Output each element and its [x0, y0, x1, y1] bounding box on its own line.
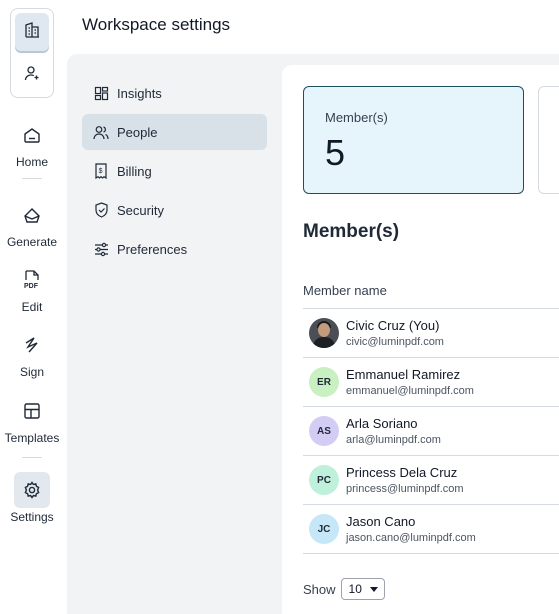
rail-item-settings[interactable]: Settings [0, 472, 64, 524]
workspace-switcher [10, 8, 54, 98]
table-row[interactable]: ER Emmanuel Ramirez emmanuel@luminpdf.co… [303, 358, 559, 407]
rail-item-edit[interactable]: PDF Edit [0, 262, 64, 314]
page-size-select[interactable]: 10 [340, 578, 385, 600]
workspace-button[interactable] [15, 13, 49, 51]
rail-label-generate: Generate [6, 235, 58, 249]
secondary-stat-card [538, 86, 559, 194]
member-name: Arla Soriano [346, 416, 418, 431]
menu-item-people[interactable]: People [82, 114, 267, 150]
left-rail: Home Generate PDF Edit Sign Templates Se… [0, 0, 64, 614]
member-email: civic@luminpdf.com [346, 336, 444, 348]
table-row[interactable]: Civic Cruz (You) civic@luminpdf.com [303, 309, 559, 358]
menu-label-people: People [117, 124, 158, 140]
members-stat-label: Member(s) [325, 110, 388, 125]
templates-icon [14, 393, 50, 429]
user-plus-icon [23, 64, 41, 87]
table-row[interactable]: JC Jason Cano jason.cano@luminpdf.com [303, 505, 559, 554]
avatar: AS [309, 416, 339, 446]
member-name: Civic Cruz (You) [346, 318, 440, 333]
members-section-title: Member(s) [303, 221, 400, 242]
member-email: arla@luminpdf.com [346, 434, 441, 446]
member-email: jason.cano@luminpdf.com [346, 532, 476, 544]
member-name: Emmanuel Ramirez [346, 367, 461, 382]
billing-icon: $ [93, 163, 109, 179]
rail-item-home[interactable]: Home [0, 117, 64, 169]
caret-down-icon [369, 586, 378, 592]
avatar: ER [309, 367, 339, 397]
menu-label-security: Security [117, 202, 164, 218]
menu-item-preferences[interactable]: Preferences [82, 231, 267, 267]
members-stat-value: 5 [325, 132, 346, 173]
member-name: Jason Cano [346, 514, 416, 529]
rail-item-templates[interactable]: Templates [0, 393, 64, 445]
page-size-value: 10 [348, 582, 362, 596]
gear-icon [14, 472, 50, 508]
members-stat-card: Member(s) 5 [303, 86, 524, 194]
invite-member-button[interactable] [20, 63, 44, 87]
show-label: Show [303, 581, 336, 597]
settings-menu: Insights People $ Billing Security Prefe… [82, 75, 267, 270]
generate-icon [14, 197, 50, 233]
svg-text:$: $ [99, 168, 103, 175]
member-name: Princess Dela Cruz [346, 465, 458, 480]
table-row[interactable]: AS Arla Soriano arla@luminpdf.com [303, 407, 559, 456]
menu-label-billing: Billing [117, 163, 152, 179]
rail-divider [22, 178, 42, 179]
avatar: PC [309, 465, 339, 495]
people-icon [93, 124, 109, 140]
signature-icon [14, 327, 50, 363]
rail-item-generate[interactable]: Generate [0, 197, 64, 249]
building-icon [23, 21, 41, 44]
member-email: princess@luminpdf.com [346, 483, 464, 495]
avatar: JC [309, 514, 339, 544]
people-content: Member(s) 5 Member(s) Member name Civic … [282, 65, 559, 614]
home-icon [14, 117, 50, 153]
rail-label-edit: Edit [21, 300, 43, 314]
column-header-member-name[interactable]: Member name [303, 283, 387, 298]
rail-label-templates: Templates [4, 431, 60, 445]
menu-item-billing[interactable]: $ Billing [82, 153, 267, 189]
table-row[interactable]: PC Princess Dela Cruz princess@luminpdf.… [303, 456, 559, 505]
pagination-size: Show 10 [303, 578, 385, 600]
menu-item-security[interactable]: Security [82, 192, 267, 228]
pdf-icon: PDF [14, 262, 50, 298]
member-email: emmanuel@luminpdf.com [346, 385, 474, 397]
rail-label-home: Home [15, 155, 48, 169]
page-title: Workspace settings [82, 15, 231, 34]
shield-icon [93, 202, 109, 218]
rail-item-sign[interactable]: Sign [0, 327, 64, 379]
avatar [309, 318, 339, 348]
rail-divider [22, 457, 42, 458]
menu-label-preferences: Preferences [117, 241, 188, 257]
menu-item-insights[interactable]: Insights [82, 75, 267, 111]
sliders-icon [93, 241, 109, 257]
svg-text:PDF: PDF [24, 283, 39, 290]
menu-label-insights: Insights [117, 85, 162, 101]
rail-label-settings: Settings [10, 510, 54, 524]
members-table: Civic Cruz (You) civic@luminpdf.com ER E… [303, 309, 559, 554]
rail-label-sign: Sign [19, 365, 45, 379]
insights-icon [93, 85, 109, 101]
